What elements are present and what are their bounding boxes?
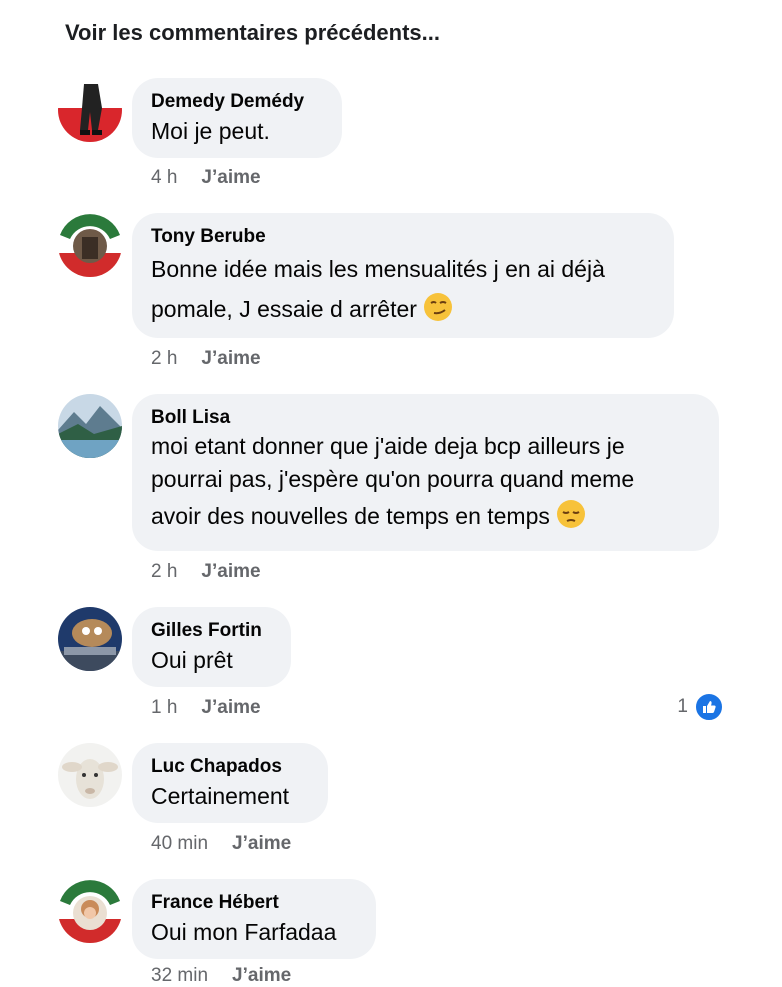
comment-timestamp[interactable]: 32 min [151, 965, 208, 987]
comment-timestamp[interactable]: 2 h [151, 561, 177, 583]
view-previous-comments-link[interactable]: Voir les commentaires précédents... [65, 20, 440, 46]
comment-bubble: Luc Chapados Certainement [132, 743, 328, 823]
avatar[interactable] [58, 394, 122, 458]
comment-text: Moi je peut. [151, 118, 270, 144]
comment-meta: 2 h J’aime [151, 561, 261, 583]
comment-author[interactable]: Demedy Demédy [151, 90, 322, 114]
avatar[interactable] [58, 607, 122, 671]
avatar-photo-icon [58, 78, 122, 142]
comment-bubble: Gilles Fortin Oui prêt [132, 607, 291, 687]
comment-text-line: pomale, J essaie d arrêter [151, 289, 654, 334]
cartoon-avatar-icon [58, 607, 122, 671]
comment-text: Certainement [151, 783, 290, 809]
like-button[interactable]: J’aime [201, 167, 260, 188]
comment-bubble: Demedy Demédy Moi je peut. [132, 78, 342, 158]
avatar[interactable] [58, 879, 122, 943]
comment-bubble: France Hébert Oui mon Farfadaa [132, 879, 376, 959]
comment-author[interactable]: Luc Chapados [151, 755, 308, 779]
comment-meta: 32 min J’aime [151, 965, 291, 987]
badge-frame-avatar-icon [58, 213, 122, 277]
badge-frame-avatar-icon [58, 879, 122, 943]
comment-bubble: Tony Berube Bonne idée mais les mensuali… [132, 213, 674, 338]
comment-text-line: pourrai pas, j'espère qu'on pourra quand… [151, 466, 635, 492]
comment-author[interactable]: Boll Lisa [151, 406, 699, 430]
sheep-avatar-icon [58, 743, 122, 807]
comment-text: Oui mon Farfadaa [151, 919, 337, 945]
comment-text-line: moi etant donner que j'aide deja bcp ail… [151, 433, 625, 459]
comment-timestamp[interactable]: 4 h [151, 167, 177, 189]
comment-author[interactable]: France Hébert [151, 891, 356, 915]
comment-meta: 40 min J’aime [151, 833, 291, 855]
comment-author[interactable]: Tony Berube [151, 225, 654, 249]
like-button[interactable]: J’aime [232, 965, 291, 986]
comment-bubble: Boll Lisa moi etant donner que j'aide de… [132, 394, 719, 551]
reaction-count: 1 [677, 696, 688, 717]
comment-timestamp[interactable]: 40 min [151, 833, 208, 855]
like-button[interactable]: J’aime [201, 348, 260, 369]
comment-timestamp[interactable]: 1 h [151, 697, 177, 719]
comment-meta: 1 h J’aime [151, 697, 261, 719]
pensive-face-emoji-icon [556, 499, 586, 541]
comment-author[interactable]: Gilles Fortin [151, 619, 271, 643]
avatar[interactable] [58, 743, 122, 807]
like-button[interactable]: J’aime [201, 561, 260, 582]
avatar[interactable] [58, 78, 122, 142]
avatar[interactable] [58, 213, 122, 277]
comment-meta: 4 h J’aime [151, 167, 261, 189]
smirking-face-emoji-icon [423, 292, 453, 334]
like-button[interactable]: J’aime [201, 697, 260, 718]
comment-text-line: Bonne idée mais les mensualités j en ai … [151, 256, 605, 282]
comment-text-line: avoir des nouvelles de temps en temps [151, 496, 699, 541]
comment-text: Oui prêt [151, 647, 233, 673]
comment-meta: 2 h J’aime [151, 348, 261, 370]
reaction-summary[interactable]: 1 [677, 692, 724, 722]
thumbs-up-icon [694, 692, 724, 722]
landscape-avatar-icon [58, 394, 122, 458]
comment-timestamp[interactable]: 2 h [151, 348, 177, 370]
like-button[interactable]: J’aime [232, 833, 291, 854]
